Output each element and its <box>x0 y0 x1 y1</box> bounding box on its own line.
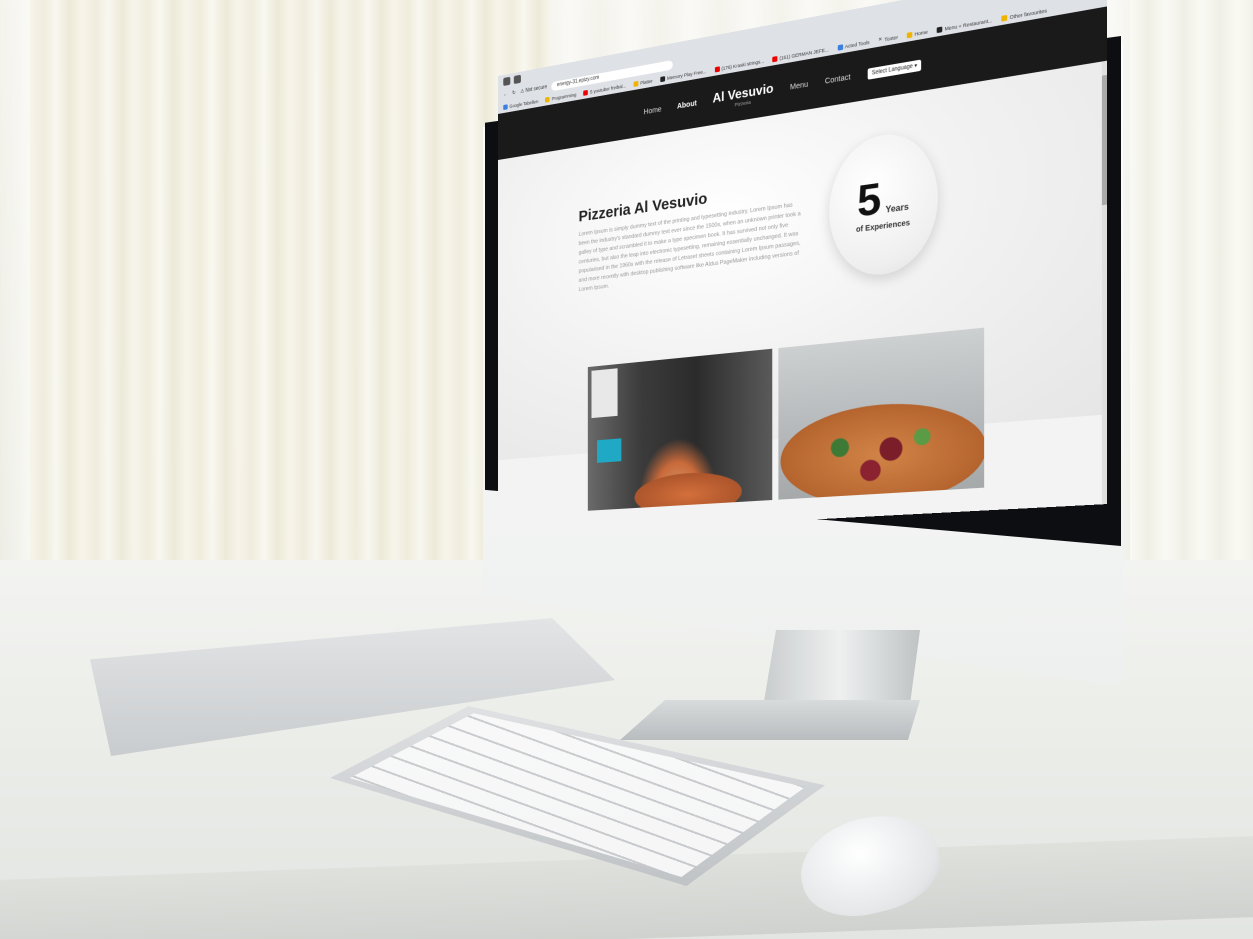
curtain-right <box>1130 0 1253 600</box>
page-icon <box>936 25 943 33</box>
bookmark-item[interactable]: Home <box>906 29 928 38</box>
curtain-left <box>30 0 550 590</box>
folder-icon <box>545 96 550 103</box>
nav-contact[interactable]: Contact <box>825 73 851 85</box>
pizza-photo <box>778 327 985 500</box>
blue-container <box>597 438 622 463</box>
x-icon: ✕ <box>878 36 883 43</box>
imac-stand-foot <box>620 700 920 740</box>
folder-icon <box>633 80 639 87</box>
bookmark-item[interactable]: Platter <box>633 78 653 87</box>
badge-number: 5 <box>857 174 882 227</box>
nav-menu[interactable]: Menu <box>790 81 808 92</box>
folder-icon <box>1001 14 1008 22</box>
site-logo[interactable]: Al Vesuvio Pizzeria <box>712 80 773 111</box>
badge-row: 5 Years <box>857 174 909 227</box>
nav-about[interactable]: About <box>677 100 697 111</box>
pizza-image <box>780 396 985 500</box>
bookmark-item[interactable]: ✕ Tooter <box>878 33 898 43</box>
browser-screen: ← ↻ ⚠ Not secure energy-31.epizy.com Goo… <box>498 0 1107 536</box>
app-icon <box>837 43 843 51</box>
reload-icon[interactable]: ↻ <box>512 90 516 97</box>
workspaces-icon[interactable] <box>513 74 521 85</box>
sheets-icon <box>503 103 508 110</box>
youtube-icon <box>714 65 720 73</box>
pizza-image <box>634 469 742 511</box>
youtube-icon <box>772 55 778 62</box>
paper-sheet <box>591 368 618 419</box>
screen-wrap: ← ↻ ⚠ Not secure energy-31.epizy.com Goo… <box>498 0 1107 536</box>
back-icon[interactable]: ← <box>503 91 507 98</box>
brand-subtitle: Pizzeria <box>734 98 751 107</box>
tab-actions-icon[interactable] <box>503 76 511 87</box>
language-select[interactable]: Select Language ▾ <box>867 59 922 80</box>
scrollbar-thumb[interactable] <box>1101 74 1107 206</box>
youtube-icon <box>583 89 589 96</box>
folder-icon <box>906 31 913 38</box>
experience-badge: 5 Years of Experiences <box>829 126 938 281</box>
kitchen-photo <box>587 348 773 511</box>
security-label: Not secure <box>525 84 548 95</box>
nav-home[interactable]: Home <box>644 106 662 116</box>
badge-years: Years <box>885 201 909 215</box>
game-icon <box>660 75 666 82</box>
